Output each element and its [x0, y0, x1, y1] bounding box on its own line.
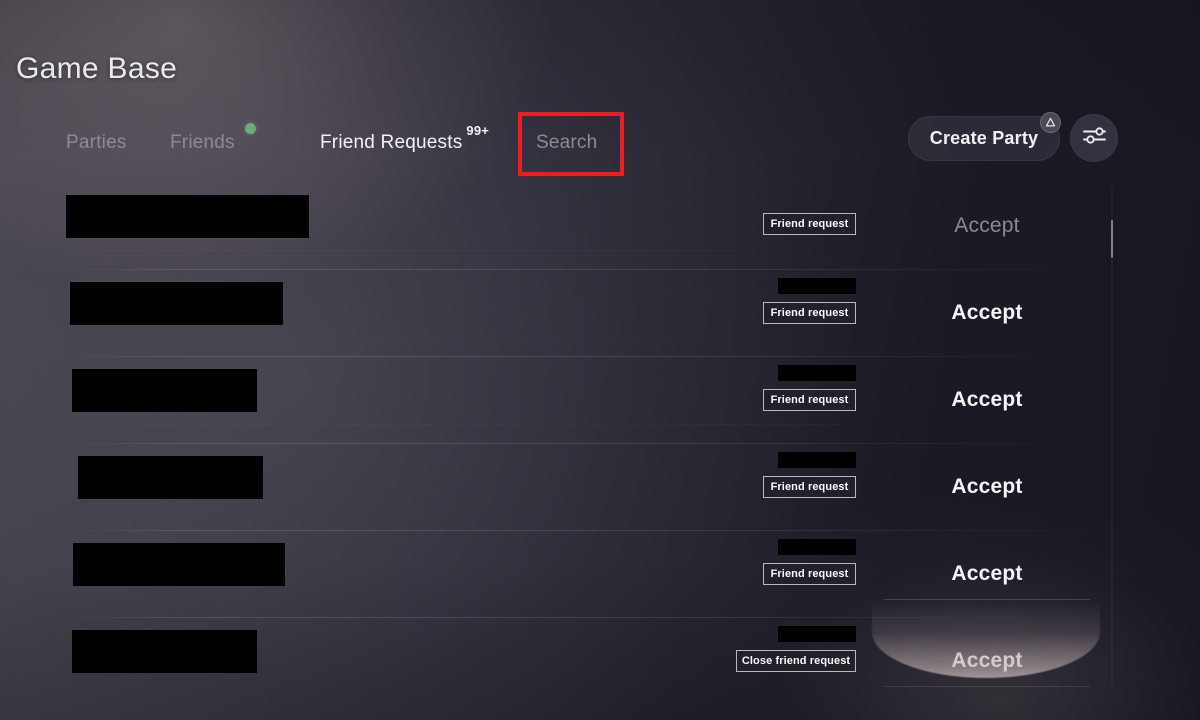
accept-button[interactable]: Accept — [884, 617, 1090, 704]
request-type-chip-label: Friend request — [770, 218, 849, 230]
sliders-icon — [1082, 125, 1107, 151]
friend-requests-count-badge: 99+ — [466, 123, 490, 138]
redacted-username — [72, 630, 257, 673]
selected-row-top-edge — [884, 599, 1090, 600]
selected-row-bottom-edge — [884, 686, 1090, 687]
redacted-detail — [778, 626, 856, 642]
accept-button-label: Accept — [951, 648, 1023, 672]
redacted-detail — [778, 452, 856, 468]
accept-button-label: Accept — [951, 387, 1023, 411]
tab-parties-label: Parties — [66, 132, 127, 153]
accept-button[interactable]: Accept — [884, 182, 1090, 269]
request-type-chip: Friend request — [763, 302, 856, 324]
redacted-username — [72, 369, 257, 412]
tab-friend-requests-label: Friend Requests — [320, 132, 463, 153]
accept-button[interactable]: Accept — [884, 530, 1090, 617]
tab-friends-label: Friends — [170, 132, 235, 153]
redacted-username — [73, 543, 285, 586]
game-base-screen: Game Base Parties Friends Friend Request… — [0, 0, 1200, 720]
friend-request-list[interactable]: Friend request Accept Friend request Accept… — [0, 182, 1200, 720]
request-type-chip: Friend request — [763, 563, 856, 585]
list-scrollbar-thumb[interactable] — [1111, 220, 1113, 258]
redacted-username — [78, 456, 263, 499]
redacted-username — [70, 282, 283, 325]
triangle-button-icon — [1040, 112, 1061, 133]
friend-request-row[interactable]: Close friend request Accept — [0, 617, 1200, 704]
create-party-button[interactable]: Create Party — [908, 116, 1060, 161]
friend-request-row[interactable]: Friend request Accept — [0, 443, 1200, 530]
request-type-chip: Friend request — [763, 476, 856, 498]
request-type-chip-label: Friend request — [770, 307, 849, 319]
accept-button[interactable]: Accept — [884, 269, 1090, 356]
tab-search[interactable]: Search — [536, 112, 597, 174]
create-party-label: Create Party — [929, 128, 1039, 148]
accept-button-label: Accept — [951, 300, 1023, 324]
request-type-chip-label: Friend request — [770, 394, 849, 406]
friend-request-row[interactable]: Friend request Accept — [0, 269, 1200, 356]
request-type-chip: Close friend request — [736, 650, 856, 672]
page-title: Game Base — [16, 52, 178, 85]
redacted-detail — [778, 539, 856, 555]
tab-parties[interactable]: Parties — [66, 112, 127, 174]
tab-friends[interactable]: Friends — [170, 112, 235, 174]
accept-button[interactable]: Accept — [884, 443, 1090, 530]
online-status-dot — [245, 123, 256, 134]
friend-request-row[interactable]: Friend request Accept — [0, 182, 1200, 269]
redacted-detail — [778, 365, 856, 381]
accept-button-label: Accept — [954, 213, 1020, 237]
accept-button[interactable]: Accept — [884, 356, 1090, 443]
settings-sliders-button[interactable] — [1070, 114, 1118, 162]
friend-request-row[interactable]: Friend request Accept — [0, 530, 1200, 617]
request-type-chip-label: Close friend request — [741, 655, 851, 667]
list-scrollbar-track[interactable] — [1111, 186, 1113, 686]
request-type-chip: Friend request — [763, 213, 856, 235]
redacted-username — [66, 195, 309, 238]
redacted-detail — [778, 278, 856, 294]
request-type-chip-label: Friend request — [770, 481, 849, 493]
tab-friend-requests[interactable]: Friend Requests 99+ — [320, 112, 489, 174]
tab-search-label: Search — [536, 132, 598, 153]
accept-button-label: Accept — [951, 561, 1023, 585]
friend-request-row[interactable]: Friend request Accept — [0, 356, 1200, 443]
request-type-chip-label: Friend request — [770, 568, 849, 580]
accept-button-label: Accept — [951, 474, 1023, 498]
request-type-chip: Friend request — [763, 389, 856, 411]
